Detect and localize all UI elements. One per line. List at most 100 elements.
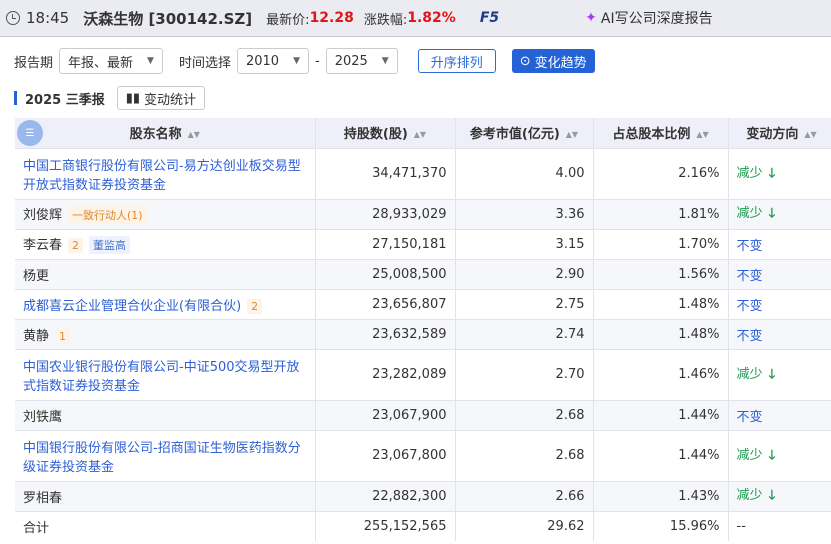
to-year-value: 2025 [334, 53, 368, 69]
total-value: 29.62 [455, 510, 594, 541]
shares-cell: 27,150,181 [315, 228, 456, 259]
change-stats-button[interactable]: ▮▮ 变动统计 [116, 86, 206, 110]
cell-text: 刘俊辉 [23, 208, 63, 223]
range-separator: - [314, 53, 320, 69]
value-cell: 2.90 [455, 258, 594, 289]
header-label: 股东名称 [129, 127, 182, 143]
chevron-down-icon: ▼ [293, 56, 300, 66]
cell-text: 黄静 [23, 328, 50, 344]
header-label: 占总股本比例 [612, 127, 691, 143]
sort-icon[interactable]: ▲▼ [414, 130, 426, 139]
direction-cell: 不变 [728, 228, 831, 259]
total-direction: -- [728, 510, 831, 541]
cell-text: 刘铁鹰 [23, 409, 63, 425]
header-name[interactable]: ☰ 股东名称 ▲▼ [15, 118, 316, 148]
cell-text: 减少 [736, 206, 763, 221]
cell-text: 成都喜云企业管理合伙企业(有限合伙) [23, 298, 242, 314]
header-direction[interactable]: 变动方向 ▲▼ [728, 118, 831, 148]
ai-report-button[interactable]: ✦ AI写公司深度报告 [585, 8, 712, 28]
ratio-cell: 1.56% [593, 258, 729, 289]
cell-text: 不变 [736, 298, 763, 314]
section-title: 2025 三季报 [25, 92, 105, 108]
shares-cell: 23,067,900 [315, 399, 456, 430]
cell-text: 中国银行股份有限公司-招商国证生物医药指数分级证券投资基金 [23, 440, 301, 475]
header-label: 变动方向 [746, 127, 799, 143]
shares-cell: 34,471,370 [315, 147, 456, 199]
filter-icon[interactable]: ☰ [17, 120, 43, 146]
arrow-down-icon: 🡓 [768, 488, 776, 503]
tag: 一致行动人(1) [68, 206, 147, 224]
chevron-down-icon: ▼ [381, 56, 389, 66]
time: 18:45 [26, 9, 70, 27]
trend-button[interactable]: ⊙ 变化趋势 [511, 49, 595, 73]
shareholder-name: 罗相春 [15, 480, 316, 511]
table-row: 罗相春 22,882,300 2.66 1.43% 减少 🡓 [15, 480, 831, 511]
direction-cell: 减少 🡓 [728, 480, 831, 511]
sort-icon[interactable]: ▲▼ [188, 130, 200, 139]
to-year-select[interactable]: 2025 ▼ [325, 48, 398, 74]
cell-text: 减少 [736, 366, 763, 382]
clock-icon [6, 11, 20, 25]
tag: 2 [247, 298, 263, 314]
ratio-cell: 1.43% [593, 480, 729, 511]
shares-cell: 22,882,300 [315, 480, 456, 511]
arrow-down-icon: 🡓 [768, 447, 776, 463]
section-marker [14, 91, 17, 105]
filter-bar: 报告期 年报、最新 ▼ 时间选择 2010 ▼ - 2025 ▼ 升序排列 ⊙ 变化趋势 [14, 48, 595, 74]
total-label: 合计 [15, 510, 316, 541]
cell-text: 不变 [736, 238, 763, 254]
shareholder-name: 刘俊辉 一致行动人(1) [15, 198, 316, 229]
ratio-cell: 1.48% [593, 288, 729, 319]
cell-text: 中国工商银行股份有限公司-易方达创业板交易型开放式指数证券投资基金 [23, 158, 301, 193]
table-row: 成都喜云企业管理合伙企业(有限合伙) 2 23,656,807 2.75 1.48… [15, 288, 831, 319]
cell-text: 杨更 [23, 268, 50, 284]
cell-text: 减少 [736, 165, 763, 181]
shares-cell: 23,282,089 [315, 348, 456, 400]
value-cell: 3.15 [455, 228, 594, 259]
header-ratio[interactable]: 占总股本比例 ▲▼ [593, 118, 729, 148]
ratio-cell: 1.44% [593, 399, 729, 430]
direction-cell: 减少 🡓 [728, 348, 831, 400]
shareholder-name[interactable]: 中国工商银行股份有限公司-易方达创业板交易型开放式指数证券投资基金 [15, 147, 316, 199]
cell-text: 李云春 [23, 238, 63, 253]
value-cell: 2.66 [455, 480, 594, 511]
arrow-down-icon: 🡓 [768, 165, 776, 181]
direction-cell: 不变 [728, 258, 831, 289]
sort-icon[interactable]: ▲▼ [566, 130, 578, 139]
f5-button[interactable]: F5 [480, 10, 499, 26]
shareholder-name: 刘铁鹰 [15, 399, 316, 430]
shareholder-name: 黄静 1 [15, 318, 316, 349]
table-row: 中国农业银行股份有限公司-中证500交易型开放式指数证券投资基金 23,282,… [15, 348, 831, 400]
from-year-value: 2010 [245, 53, 280, 69]
sort-icon[interactable]: ▲▼ [804, 130, 816, 139]
shareholder-name[interactable]: 中国农业银行股份有限公司-中证500交易型开放式指数证券投资基金 [15, 348, 316, 400]
value-cell: 2.75 [455, 288, 594, 319]
ratio-cell: 1.81% [593, 198, 729, 229]
period-select[interactable]: 年报、最新 ▼ [59, 48, 163, 74]
shareholder-name[interactable]: 中国银行股份有限公司-招商国证生物医药指数分级证券投资基金 [15, 429, 316, 481]
header-shares[interactable]: 持股数(股) ▲▼ [315, 118, 456, 148]
play-circle-icon: ⊙ [519, 53, 531, 69]
arrow-down-icon: 🡓 [768, 206, 776, 221]
sort-icon[interactable]: ▲▼ [696, 130, 708, 139]
ratio-cell: 1.70% [593, 228, 729, 259]
cell-text: 减少 [736, 488, 763, 503]
direction-cell: 减少 🡓 [728, 429, 831, 481]
value-cell: 3.36 [455, 198, 594, 229]
total-shares: 255,152,565 [315, 510, 456, 541]
cell-text: 罗相春 [23, 490, 63, 506]
header-value[interactable]: 参考市值(亿元) ▲▼ [455, 118, 594, 148]
direction-cell: 不变 [728, 318, 831, 349]
shares-cell: 23,067,800 [315, 429, 456, 481]
total-row: 合计 255,152,565 29.62 15.96% -- [15, 510, 831, 541]
shareholder-name[interactable]: 成都喜云企业管理合伙企业(有限合伙) 2 [15, 288, 316, 319]
shares-cell: 28,933,029 [315, 198, 456, 229]
header-label: 参考市值(亿元) [469, 127, 560, 143]
cell-text: 不变 [736, 409, 763, 425]
bar-chart-icon: ▮▮ [125, 90, 141, 106]
from-year-select[interactable]: 2010 ▼ [236, 48, 309, 74]
shareholder-table: ☰ 股东名称 ▲▼ 持股数(股) ▲▼ 参考市值(亿元) ▲▼ 占总股本比例 ▲▼ 变动方… [15, 118, 831, 541]
ascending-sort-button[interactable]: 升序排列 [417, 49, 496, 73]
change-stats-label: 变动统计 [144, 92, 197, 108]
shares-cell: 23,632,589 [315, 318, 456, 349]
